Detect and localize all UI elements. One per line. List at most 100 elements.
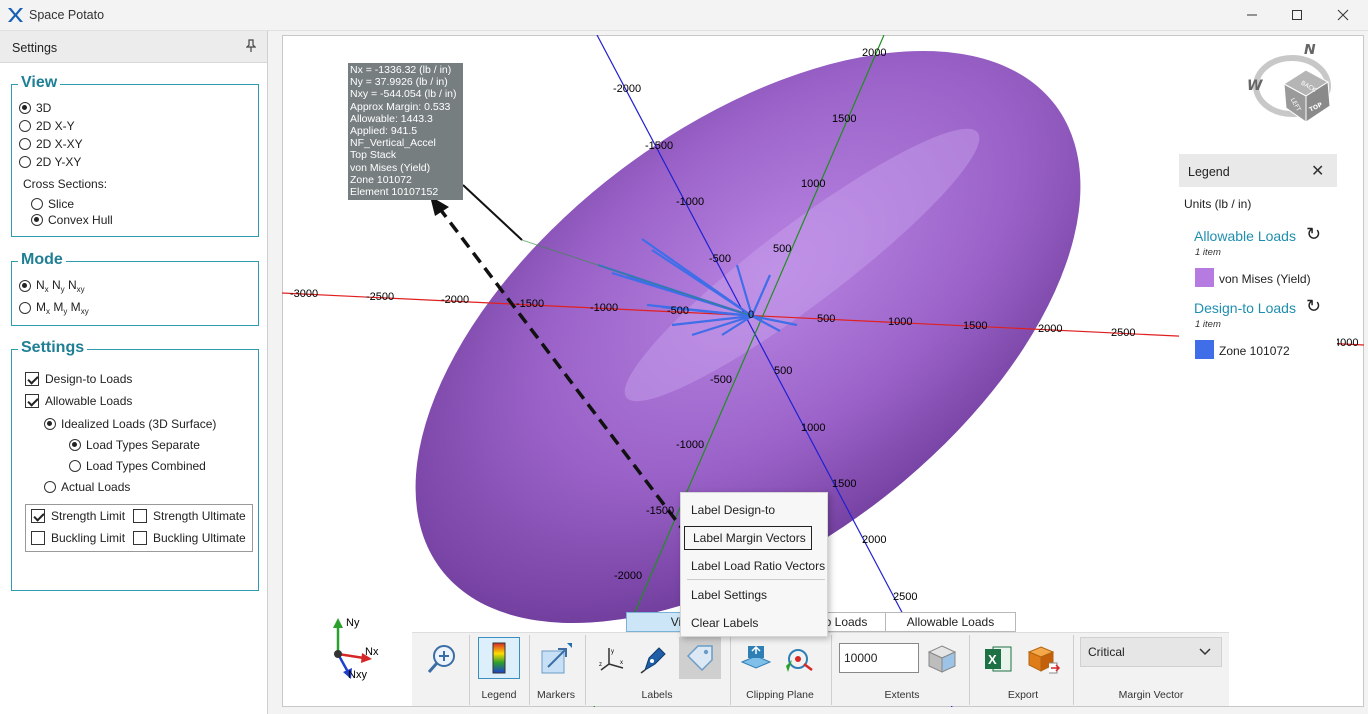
x-tick-label: -3000 xyxy=(290,288,319,300)
legend-title: Legend xyxy=(1188,165,1230,179)
tooltip-line: Zone 101072 xyxy=(350,173,412,186)
x-tick-label: 2000 xyxy=(1038,323,1063,335)
maximize-icon xyxy=(1292,10,1302,20)
radio-indicator xyxy=(19,280,31,292)
x-tick-label: -1000 xyxy=(590,302,619,314)
limits-box: Strength Limit Strength Ultimate Bucklin… xyxy=(25,504,253,552)
tooltip-line: Nxy = -544.054 (lb / in) xyxy=(350,88,457,101)
labels-group-label: Labels xyxy=(641,689,673,701)
legend-close-icon[interactable]: ✕ xyxy=(1311,161,1324,181)
legend-button[interactable] xyxy=(478,637,520,679)
tooltip-line: Top Stack xyxy=(350,149,397,162)
design-to-loads-checkbox[interactable]: Design-to Loads xyxy=(25,372,132,386)
clipping-target-button[interactable] xyxy=(782,639,818,679)
settings-panel-title: Settings xyxy=(12,41,58,55)
tooltip-line: Allowable: 1443.3 xyxy=(350,112,433,125)
radio-indicator xyxy=(31,214,43,226)
svg-text:z: z xyxy=(599,662,602,668)
refresh-design-icon[interactable]: ↻ xyxy=(1306,296,1321,317)
markers-button[interactable] xyxy=(536,639,576,679)
tab-allowable-loads[interactable]: Allowable Loads xyxy=(885,612,1016,632)
menu-item-clear-labels[interactable]: Clear Labels xyxy=(681,610,829,636)
radio-indicator xyxy=(19,138,31,150)
ribbon-separator xyxy=(969,635,970,705)
load-types-combined-radio[interactable]: Load Types Combined xyxy=(69,459,206,473)
view-cube[interactable]: N W BACK LEFT TOP xyxy=(1244,44,1339,126)
x-tick-label: 1000 xyxy=(888,316,913,328)
x-tick-label: 1500 xyxy=(963,320,988,332)
cross-sections-label: Cross Sections: xyxy=(23,177,108,191)
tag-labels-button[interactable] xyxy=(679,637,721,679)
legend-design-title[interactable]: Design-to Loads xyxy=(1194,300,1296,316)
legend-design-item: Zone 101072 xyxy=(1219,344,1290,358)
strength-limit-checkbox[interactable]: Strength Limit xyxy=(31,509,125,523)
clipping-group-label: Clipping Plane xyxy=(746,689,814,701)
view-2d-yxy-radio[interactable]: 2D Y-XY xyxy=(19,155,81,169)
axes-labels-button[interactable]: yx z xyxy=(594,639,630,679)
window-title: Space Potato xyxy=(29,8,105,22)
mode-n-radio[interactable]: Nx Ny Nxy xyxy=(19,278,85,294)
menu-item-label-margin-vectors[interactable]: Label Margin Vectors xyxy=(684,526,812,550)
idealized-loads-radio[interactable]: Idealized Loads (3D Surface) xyxy=(44,417,216,431)
cross-section-convex-hull-radio[interactable]: Convex Hull xyxy=(31,213,113,227)
ribbon-separator xyxy=(529,635,530,705)
xy-tick-label: 2000 xyxy=(862,534,887,546)
x-tick-label: -1500 xyxy=(516,298,545,310)
mode-group-title: Mode xyxy=(18,251,66,269)
maximize-button[interactable] xyxy=(1274,0,1320,30)
y-tick-label: 1500 xyxy=(832,113,857,125)
minimize-button[interactable] xyxy=(1229,0,1275,30)
xy-tick-label: 2500 xyxy=(893,591,918,603)
markers-icon xyxy=(541,643,572,674)
xy-tick-label: 500 xyxy=(774,365,793,377)
menu-item-label-settings[interactable]: Label Settings xyxy=(681,582,829,608)
extents-cube-button[interactable] xyxy=(924,639,960,679)
buckling-ultimate-checkbox[interactable]: Buckling Ultimate xyxy=(133,531,246,545)
view-2d-xy-radio[interactable]: 2D X-Y xyxy=(19,119,75,133)
allowable-loads-checkbox[interactable]: Allowable Loads xyxy=(25,394,132,408)
strength-ultimate-checkbox[interactable]: Strength Ultimate xyxy=(133,509,246,523)
margin-vector-dropdown[interactable]: Critical xyxy=(1080,637,1222,667)
ribbon-separator xyxy=(831,635,832,705)
legend-allowable-title[interactable]: Allowable Loads xyxy=(1194,228,1296,244)
x-tick-label: -500 xyxy=(667,305,690,317)
refresh-allowable-icon[interactable]: ↻ xyxy=(1306,224,1321,245)
legend-units: Units (lb / in) xyxy=(1184,197,1252,211)
export-model-button[interactable] xyxy=(1024,639,1064,679)
x-tick-label: -2500 xyxy=(366,291,395,303)
view-2d-xxy-radio[interactable]: 2D X-XY xyxy=(19,137,83,151)
export-group-label: Export xyxy=(1007,689,1039,701)
tooltip-line: Approx Margin: 0.533 xyxy=(350,100,451,113)
extents-input[interactable]: 10000 xyxy=(839,643,919,673)
menu-item-label-load-ratio-vectors[interactable]: Label Load Ratio Vectors xyxy=(681,553,829,579)
cross-section-slice-radio[interactable]: Slice xyxy=(31,197,74,211)
radio-indicator xyxy=(69,460,81,472)
legend-panel: Legend ✕ Units (lb / in) Allowable Loads… xyxy=(1179,154,1337,370)
view-3d-radio[interactable]: 3D xyxy=(19,101,51,115)
actual-loads-radio[interactable]: Actual Loads xyxy=(44,480,130,494)
margin-vector xyxy=(462,184,523,241)
pin-icon[interactable] xyxy=(245,39,257,56)
minimize-icon xyxy=(1247,14,1257,16)
clipping-target-icon xyxy=(786,649,813,672)
radio-indicator xyxy=(19,156,31,168)
close-button[interactable] xyxy=(1320,0,1366,30)
buckling-limit-checkbox[interactable]: Buckling Limit xyxy=(31,531,125,545)
radio-indicator xyxy=(19,302,31,314)
export-excel-button[interactable]: X xyxy=(980,639,1016,679)
load-types-separate-radio[interactable]: Load Types Separate xyxy=(69,438,200,452)
y-tick-label: 500 xyxy=(773,243,792,255)
zoom-button[interactable] xyxy=(422,639,462,679)
tag-icon xyxy=(686,645,713,672)
clipping-plane-button[interactable] xyxy=(738,639,774,679)
zoom-icon xyxy=(427,645,455,673)
menu-item-label-design-to[interactable]: Label Design-to xyxy=(681,497,829,523)
axes-labels-icon: yx z xyxy=(599,648,624,671)
mode-m-radio[interactable]: Mx My Mxy xyxy=(19,300,89,316)
xy-tick-label: -1000 xyxy=(676,196,705,208)
settings-group: Settings Design-to Loads Allowable Loads… xyxy=(11,339,259,591)
compass-n-label: N xyxy=(1304,44,1316,58)
pen-labels-button[interactable] xyxy=(636,639,672,679)
menu-separator xyxy=(687,579,825,580)
svg-text:X: X xyxy=(988,652,997,667)
